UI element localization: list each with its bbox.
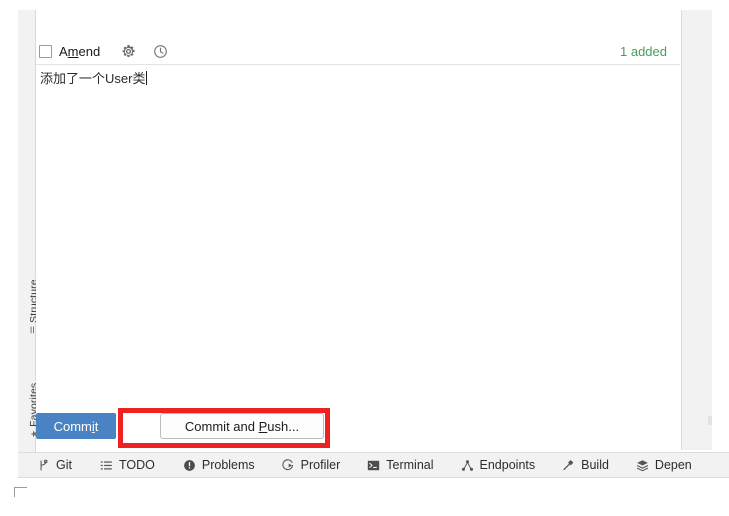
bottom-bar-item-profiler[interactable]: Profiler xyxy=(281,453,341,477)
commit-message-value: 添加了一个User类 xyxy=(40,71,146,86)
bottom-bar-item-profiler-label: Profiler xyxy=(300,458,341,472)
terminal-icon xyxy=(366,458,381,473)
commit-button[interactable]: Commit xyxy=(36,413,116,439)
panel-marker xyxy=(708,416,712,425)
bottom-bar-item-git[interactable]: Git xyxy=(36,453,72,477)
bottom-bar-item-dependencies-label: Depen xyxy=(654,458,692,472)
bottom-bar-item-build[interactable]: Build xyxy=(561,453,609,477)
commit-options-row: Amend 1 added xyxy=(36,38,680,65)
bottom-bar-item-terminal-label: Terminal xyxy=(386,458,434,472)
corner-mark xyxy=(14,487,27,497)
profiler-icon xyxy=(281,458,296,473)
commit-button-prefix: Comm xyxy=(53,418,92,434)
exclamation-circle-icon xyxy=(182,458,197,473)
bottom-bar-item-build-label: Build xyxy=(581,458,609,472)
amend-label-suffix: end xyxy=(78,43,101,59)
commit-panel: Amend 1 added 添加了一个User类 Commit Commit a… xyxy=(36,10,680,450)
commit-and-push-suffix: ush... xyxy=(267,418,300,434)
commit-and-push-mnemonic: P xyxy=(258,418,268,434)
hammer-icon xyxy=(561,458,576,473)
bottom-bar-item-problems[interactable]: Problems xyxy=(182,453,255,477)
amend-checkbox[interactable] xyxy=(39,44,52,58)
endpoints-icon xyxy=(460,458,475,473)
text-caret xyxy=(146,71,148,85)
amend-label-prefix: A xyxy=(59,43,68,59)
amend-label[interactable]: Amend xyxy=(59,44,100,59)
bottom-bar-item-todo[interactable]: TODO xyxy=(99,453,155,477)
bottom-bar-item-endpoints-label: Endpoints xyxy=(479,458,536,472)
commit-button-row: Commit Commit and Push... xyxy=(36,404,680,450)
commit-message-text: 添加了一个User类 xyxy=(40,70,148,87)
commit-message-input[interactable]: 添加了一个User类 xyxy=(36,65,680,404)
list-icon xyxy=(99,458,114,473)
commit-and-push-prefix: Commit and xyxy=(184,418,259,434)
commit-button-suffix: t xyxy=(94,418,99,434)
git-branch-icon xyxy=(36,458,51,473)
bottom-bar-item-todo-label: TODO xyxy=(118,458,155,472)
bottom-bar-item-endpoints[interactable]: Endpoints xyxy=(460,453,536,477)
bottom-bar-item-git-label: Git xyxy=(56,458,72,472)
layers-icon xyxy=(635,458,650,473)
bottom-bar-item-problems-label: Problems xyxy=(201,458,255,472)
commit-and-push-button[interactable]: Commit and Push... xyxy=(160,413,324,439)
amend-label-mnemonic: m xyxy=(67,43,79,59)
added-count-status: 1 added xyxy=(620,43,667,59)
clock-icon[interactable] xyxy=(152,43,169,60)
bottom-bar-item-terminal[interactable]: Terminal xyxy=(366,453,434,477)
bottom-bar-item-dependencies[interactable]: Depen xyxy=(635,453,692,477)
right-side-panel xyxy=(681,10,712,450)
gear-icon[interactable] xyxy=(120,43,137,60)
left-tool-strip: ☰Structure ★Favorites xyxy=(18,10,40,468)
bottom-tool-window-bar: Git TODO Problems Profiler Terminal Endp… xyxy=(18,452,729,478)
